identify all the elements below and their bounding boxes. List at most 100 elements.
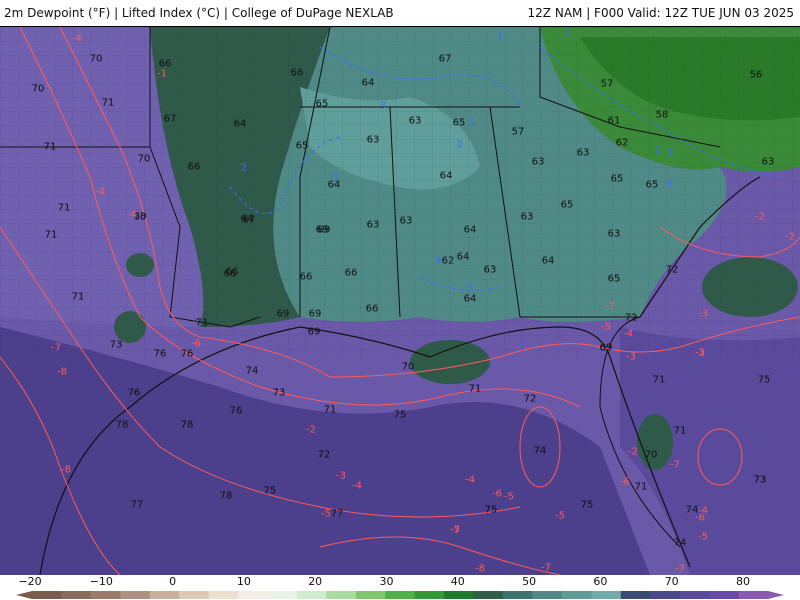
dewpoint-value-label: 69: [307, 326, 321, 338]
lifted-index-label: -8: [61, 464, 71, 476]
colorbar-gradient: [16, 591, 784, 599]
dewpoint-value-label: 65: [560, 199, 574, 211]
dewpoint-value-label: 71: [652, 374, 666, 386]
dewpoint-value-label: 69: [315, 224, 329, 236]
lifted-index-positive-label: 2: [240, 162, 248, 174]
dewpoint-value-label: 63: [366, 134, 380, 146]
dewpoint-value-label: 65: [610, 173, 624, 185]
dewpoint-value-label: 65: [295, 140, 309, 152]
dewpoint-value-label: 76: [180, 348, 194, 360]
colorbar-cell: [61, 591, 92, 599]
lifted-index-positive-label: 3: [665, 178, 673, 190]
dewpoint-value-label: 67: [163, 113, 177, 125]
dewpoint-value-label: 72: [523, 393, 537, 405]
lifted-index-label: -5: [601, 321, 611, 333]
dewpoint-value-label: 69: [276, 308, 290, 320]
dewpoint-value-label: 64: [233, 118, 247, 130]
dewpoint-value-label: 75: [757, 374, 771, 386]
dewpoint-value-label: 71: [44, 229, 58, 241]
dewpoint-value-label: 70: [31, 83, 45, 95]
colorbar-min-arrow: [16, 591, 32, 599]
lifted-index-label: -2: [306, 424, 316, 436]
dewpoint-value-label: 57: [600, 78, 614, 90]
dewpoint-value-label: 75: [580, 499, 594, 511]
dewpoint-value-label: 63: [408, 115, 422, 127]
colorbar-cell: [179, 591, 210, 599]
dewpoint-value-label: 70: [401, 361, 415, 373]
dewpoint-value-label: 70: [644, 449, 658, 461]
dewpoint-value-label: 74: [533, 445, 547, 457]
colorbar-cell: [149, 591, 180, 599]
dewpoint-value-label: 64: [463, 293, 477, 305]
dewpoint-value-label: 71: [468, 383, 482, 395]
dewpoint-value-label: 64: [361, 77, 375, 89]
colorbar-tick-label: 10: [236, 575, 251, 588]
dewpoint-value-label: 75: [484, 504, 498, 516]
colorbar-tick-label: −20: [18, 575, 42, 588]
lifted-index-label: -3: [695, 347, 705, 359]
lifted-index-label: -1: [157, 68, 167, 80]
lifted-index-label: -2: [785, 231, 795, 243]
colorbar-cell: [355, 591, 386, 599]
dewpoint-value-label: 71: [43, 141, 57, 153]
dewpoint-value-label: 63: [576, 147, 590, 159]
dewpoint-value-label: 63: [761, 156, 775, 168]
colorbar-tick-label: −10: [89, 575, 113, 588]
lifted-index-label: -4: [127, 209, 137, 221]
colorbar: −20 −10 0 10 20 30 40 50 60 70 80: [0, 575, 800, 600]
lifted-index-positive-label: 3: [466, 282, 474, 294]
dewpoint-value-label: 63: [483, 264, 497, 276]
colorbar-cell: [620, 591, 651, 599]
lifted-index-positive-label: 3: [379, 100, 387, 112]
dewpoint-value-label: 76: [153, 348, 167, 360]
dewpoint-value-label: 63: [399, 215, 413, 227]
lifted-index-positive-label: 4: [434, 255, 442, 267]
dewpoint-value-label: 72: [317, 449, 331, 461]
colorbar-max-arrow: [768, 591, 784, 599]
dewpoint-value-label: 65: [452, 117, 466, 129]
colorbar-cell: [32, 591, 62, 599]
dewpoint-value-label: 56: [749, 69, 763, 81]
colorbar-cell: [738, 591, 769, 599]
dewpoint-value-label: 66: [290, 67, 304, 79]
dewpoint-value-label: 71: [634, 481, 648, 493]
lifted-index-label: -5: [698, 531, 708, 543]
dewpoint-value-label: 64: [456, 251, 470, 263]
dewpoint-value-label: 62: [441, 255, 455, 267]
lifted-index-label: -6: [695, 512, 705, 524]
dewpoint-value-label: 78: [115, 419, 129, 431]
dewpoint-value-label: 71: [57, 202, 71, 214]
lifted-index-label: -3: [698, 308, 708, 320]
colorbar-cell: [561, 591, 592, 599]
lifted-index-label: -5: [504, 491, 514, 503]
dewpoint-value-label: 78: [219, 490, 233, 502]
lifted-index-positive-label: 2: [456, 139, 464, 151]
lifted-index-label: -4: [623, 328, 633, 340]
dewpoint-value-label: 74: [245, 365, 259, 377]
dewpoint-value-label: 71: [101, 97, 115, 109]
dewpoint-value-label: 72: [624, 312, 638, 324]
lifted-index-positive-label: 2: [666, 147, 674, 159]
lifted-index-positive-label: 2: [564, 27, 572, 39]
lifted-index-positive-label: 1: [468, 116, 476, 128]
colorbar-cell: [296, 591, 327, 599]
dewpoint-value-label: 66: [344, 267, 358, 279]
colorbar-cell: [650, 591, 681, 599]
florida-dark-area: [637, 414, 673, 470]
dewpoint-value-label: 76: [229, 405, 243, 417]
dewpoint-value-label: 66: [187, 161, 201, 173]
dewpoint-value-label: 65: [315, 98, 329, 110]
lifted-index-label: -5: [555, 510, 565, 522]
colorbar-ticks: −20 −10 0 10 20 30 40 50 60 70 80: [0, 575, 800, 589]
dewpoint-value-label: 75: [263, 485, 277, 497]
colorbar-tick-label: 0: [169, 575, 177, 588]
lifted-index-label: -7: [670, 459, 680, 471]
model-valid-time: 12Z NAM | F000 Valid: 12Z TUE JUN 03 202…: [527, 6, 794, 20]
colorbar-cell: [208, 591, 239, 599]
dewpoint-value-label: 67: [438, 53, 452, 65]
product-title: 2m Dewpoint (°F) | Lifted Index (°C) | C…: [4, 6, 394, 20]
colorbar-tick-label: 80: [736, 575, 750, 588]
lifted-index-label: -5: [450, 524, 460, 536]
dewpoint-value-label: 77: [330, 508, 344, 520]
dewpoint-value-label: 75: [393, 409, 407, 421]
